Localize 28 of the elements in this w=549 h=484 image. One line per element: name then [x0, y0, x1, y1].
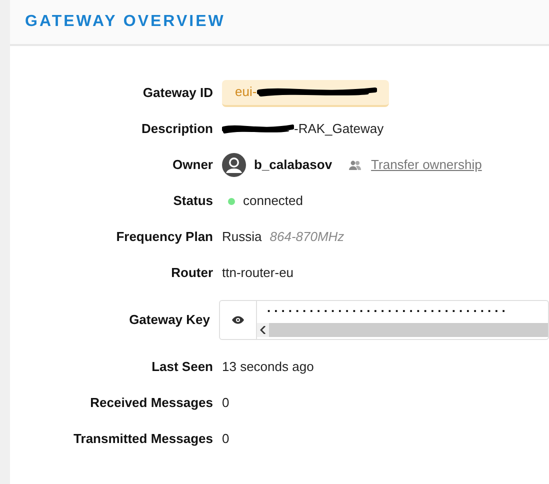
field-label: Last Seen — [150, 358, 214, 376]
field-label: Gateway ID — [142, 84, 214, 102]
field-label: Owner — [172, 156, 214, 174]
horizontal-scrollbar[interactable] — [257, 323, 548, 337]
status-text: connected — [243, 192, 303, 210]
section-title: GATEWAY OVERVIEW — [25, 12, 226, 32]
frequency-plan: Russia — [222, 228, 262, 246]
transfer-ownership-link[interactable]: Transfer ownership — [371, 155, 482, 175]
field-label: Gateway Key — [128, 311, 211, 330]
field-label: Transmitted Messages — [72, 430, 214, 448]
field-label: Router — [170, 264, 214, 282]
field-label: Status — [172, 192, 214, 210]
avatar-icon — [222, 153, 246, 177]
owner-name: b_calabasov — [254, 156, 332, 174]
field-value: 0 — [222, 394, 230, 412]
field-value: 13 seconds ago — [222, 358, 314, 376]
field-label: Description — [140, 120, 214, 138]
field-value: ttn-router-eu — [222, 264, 294, 282]
eye-icon — [232, 316, 244, 324]
field-label: Received Messages — [89, 394, 214, 412]
field-value: -RAK_Gateway — [294, 120, 384, 138]
masked-key: .................................. — [257, 301, 548, 323]
frequency-range: 864-870MHz — [270, 228, 344, 246]
users-icon — [349, 160, 362, 170]
scroll-left-icon — [260, 326, 266, 334]
field-value: 0 — [222, 430, 230, 448]
field-label: Frequency Plan — [115, 228, 214, 246]
gateway-id-text: eui- — [235, 83, 257, 102]
